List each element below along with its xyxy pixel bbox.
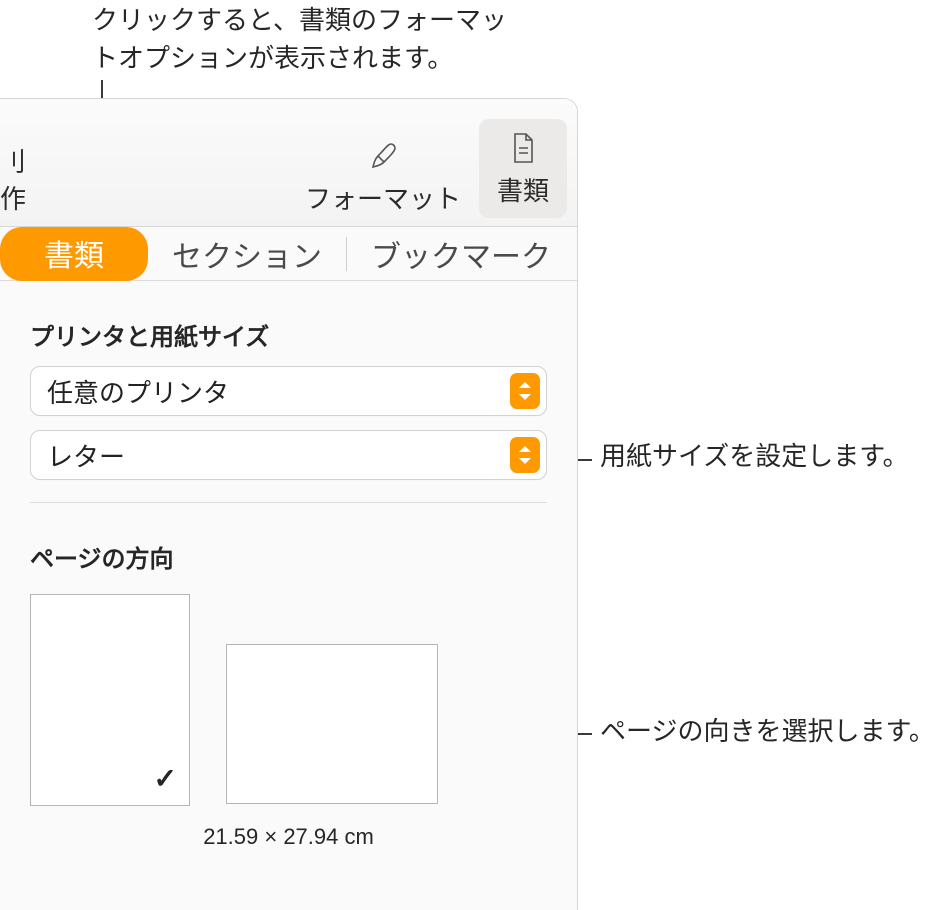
checkmark-icon: ✓	[154, 762, 177, 795]
document-toolbar-button[interactable]: 書類	[479, 119, 567, 218]
section-divider	[30, 502, 547, 503]
panel-body: プリンタと用紙サイズ 任意のプリンタ レター ページの方向 ✓ 21.59 × …	[0, 281, 577, 850]
chevron-up-down-icon	[510, 373, 540, 409]
paper-size-popup-value: レター	[47, 437, 510, 474]
printer-section-title: プリンタと用紙サイズ	[30, 317, 547, 352]
tab-bookmark[interactable]: ブックマーク	[347, 232, 575, 276]
paper-size-popup[interactable]: レター	[30, 430, 547, 480]
toolbar-left-fragment: 刂作	[0, 142, 42, 226]
printer-popup[interactable]: 任意のプリンタ	[30, 366, 547, 416]
callout-orientation: ページの向きを選択します。	[600, 713, 935, 751]
orientation-section-title: ページの方向	[30, 539, 547, 574]
orientation-landscape[interactable]	[226, 644, 438, 804]
document-icon	[504, 129, 542, 167]
document-toolbar-label: 書類	[497, 171, 549, 208]
tab-section[interactable]: セクション	[148, 232, 346, 276]
callout-paper-size: 用紙サイズを設定します。	[600, 438, 909, 476]
format-toolbar-label: フォーマット	[305, 179, 461, 216]
callout-document-tab: クリックすると、書類のフォーマットオプションが表示されます。	[92, 2, 522, 77]
toolbar: 刂作 フォーマット 書類	[0, 99, 577, 227]
paintbrush-icon	[364, 137, 402, 175]
tab-document[interactable]: 書類	[0, 227, 148, 281]
inspector-subtabs: 書類 セクション ブックマーク	[0, 227, 577, 281]
chevron-up-down-icon	[510, 437, 540, 473]
inspector-panel: 刂作 フォーマット 書類 書類 セクション ブックマーク プリンタと用紙サイズ …	[0, 98, 578, 910]
orientation-portrait[interactable]: ✓	[30, 594, 190, 806]
printer-popup-value: 任意のプリンタ	[47, 373, 510, 410]
page-dimensions: 21.59 × 27.94 cm	[30, 824, 547, 850]
format-toolbar-button[interactable]: フォーマット	[287, 137, 479, 226]
orientation-options: ✓	[30, 594, 547, 806]
